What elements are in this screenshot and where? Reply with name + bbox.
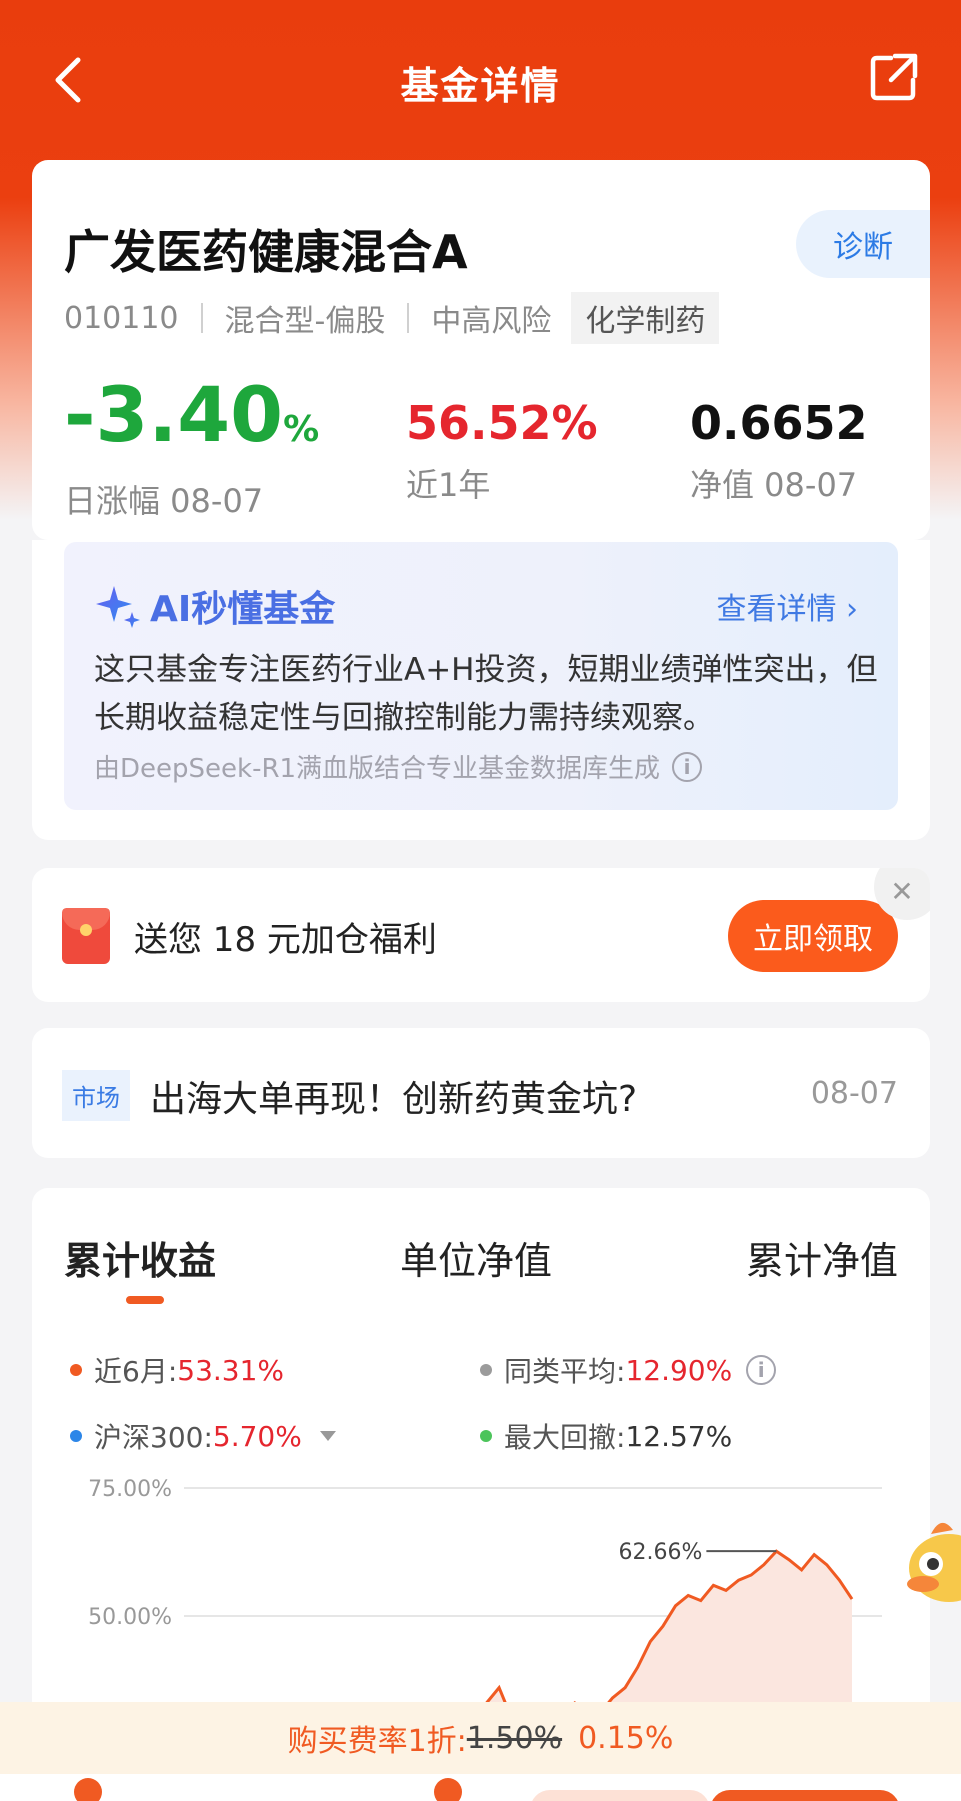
nav-label: 净值 08-07 [690, 466, 858, 504]
view-details-link[interactable]: 查看详情 › [716, 584, 858, 628]
fund-risk: 中高风险 [431, 304, 552, 339]
ai-title: AI秒懂基金 [94, 580, 335, 632]
view-details-label: 查看详情 [716, 592, 837, 627]
nav-value: 0.6652 [690, 396, 868, 450]
percent-unit: % [283, 409, 320, 450]
fund-meta: 010110 混合型-偏股 中高风险 化学制药 [64, 292, 720, 344]
legend-peer: 同类平均: 12.90% i [480, 1350, 777, 1390]
page-title: 基金详情 [400, 64, 561, 108]
y-tick-label: 75.00% [88, 1478, 172, 1502]
promo-banner: 送您 18 元加仓福利 立即领取 ✕ [32, 868, 930, 1002]
sector-tag[interactable]: 化学制药 [571, 292, 720, 344]
tab-cumulative-nav[interactable]: 累计净值 [746, 1230, 898, 1285]
legend-label: 近6月: [94, 1355, 178, 1388]
bottom-action-bar [0, 1774, 961, 1801]
mascot-icon[interactable] [901, 1512, 961, 1608]
legend-dot [480, 1364, 492, 1376]
legend-dot [70, 1430, 82, 1442]
red-envelope-icon [62, 908, 110, 964]
secondary-action-button[interactable] [530, 1790, 710, 1801]
legend-label: 最大回撤: [504, 1421, 626, 1454]
peak-label: 62.66% [618, 1540, 702, 1565]
active-tab-indicator [126, 1296, 164, 1304]
tab-cumulative-return[interactable]: 累计收益 [64, 1230, 216, 1285]
legend-value: 53.31% [177, 1353, 285, 1387]
news-title: 出海大单再现！创新药黄金坑? [150, 1079, 638, 1120]
fund-name: 广发医药健康混合A [64, 225, 468, 279]
divider [407, 303, 410, 333]
diagnose-button[interactable]: 诊断 [796, 210, 930, 278]
legend-value: 12.57% [625, 1419, 733, 1453]
fund-code: 010110 [64, 300, 179, 336]
news-item[interactable]: 市场 出海大单再现！创新药黄金坑? 08-07 [32, 1028, 930, 1158]
ai-title-text: AI秒懂基金 [150, 589, 336, 630]
legend-fund: 近6月: 53.31% [70, 1350, 284, 1390]
ai-summary-box[interactable]: AI秒懂基金 查看详情 › 这只基金专注医药行业A+H投资，短期业绩弹性突出，但… [64, 542, 898, 810]
share-icon[interactable] [869, 52, 919, 102]
daily-change-label: 日涨幅 08-07 [64, 482, 264, 520]
info-icon[interactable]: i [746, 1355, 777, 1385]
legend-hs300[interactable]: 沪深300: 5.70% [70, 1416, 336, 1456]
legend-value: 12.90% [625, 1353, 733, 1387]
one-year-label: 近1年 [406, 466, 491, 504]
fund-summary-card: 广发医药健康混合A 诊断 010110 混合型-偏股 中高风险 化学制药 -3.… [32, 160, 930, 540]
buy-button[interactable] [710, 1790, 900, 1801]
promo-text: 送您 18 元加仓福利 [134, 920, 437, 960]
news-date: 08-07 [810, 1076, 898, 1111]
tab-unit-nav[interactable]: 单位净值 [400, 1230, 552, 1285]
chevron-right-icon: › [846, 592, 858, 627]
fee-label: 购买费率1折: [287, 1724, 467, 1759]
top-nav: 基金详情 [0, 0, 961, 160]
y-tick-label: 50.00% [88, 1605, 172, 1630]
ai-summary-text: 这只基金专注医药行业A+H投资，短期业绩弹性突出，但长期收益稳定性与回撤控制能力… [94, 652, 878, 736]
one-year-stat: 56.52% 近1年 [406, 392, 598, 506]
legend-dot [70, 1364, 82, 1376]
info-icon[interactable]: i [672, 751, 703, 782]
bottom-icon[interactable] [434, 1778, 462, 1801]
daily-change-stat: -3.40% 日涨幅 08-07 [64, 375, 319, 522]
fee-new: 0.15% [578, 1720, 674, 1756]
legend-dot [480, 1430, 492, 1442]
claim-button[interactable]: 立即领取 [728, 900, 898, 972]
divider [200, 303, 203, 333]
legend-label: 沪深300: [94, 1421, 213, 1454]
return-chart[interactable]: 75.00% 50.00% 62.66% [32, 1478, 930, 1708]
ai-source-text: 由DeepSeek-R1满血版结合专业基金数据库生成 [94, 754, 661, 784]
ai-summary-card: AI秒懂基金 查看详情 › 这只基金专注医药行业A+H投资，短期业绩弹性突出，但… [32, 540, 930, 840]
bottom-icon[interactable] [74, 1778, 102, 1801]
nav-stat: 0.6652 净值 08-07 [690, 392, 868, 506]
legend-drawdown: 最大回撤: 12.57% [480, 1416, 732, 1456]
dropdown-caret-icon [319, 1431, 336, 1441]
fee-bar[interactable]: 购买费率1折: 1.50% 0.15% [0, 1702, 961, 1774]
ai-source: 由DeepSeek-R1满血版结合专业基金数据库生成 i [94, 748, 703, 785]
legend-value: 5.70% [212, 1419, 302, 1453]
daily-change-value: -3.40 [64, 370, 284, 459]
legend-label: 同类平均: [504, 1355, 626, 1388]
sparkle-icon [96, 586, 140, 628]
one-year-value: 56.52% [406, 396, 598, 450]
fund-type: 混合型-偏股 [224, 304, 386, 339]
fee-old: 1.50% [466, 1720, 563, 1756]
news-tag: 市场 [62, 1070, 130, 1121]
